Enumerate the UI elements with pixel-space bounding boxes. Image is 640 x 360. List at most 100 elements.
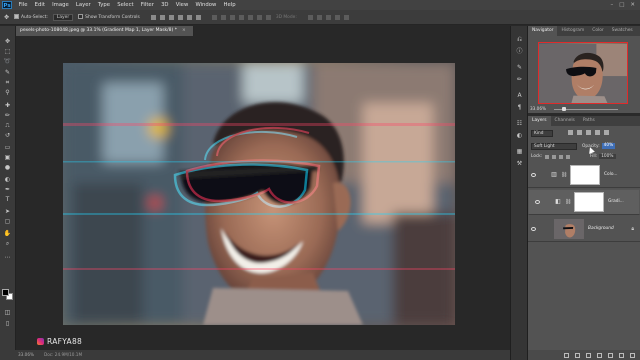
tab-navigator[interactable]: Navigator: [528, 26, 558, 36]
maximize-button[interactable]: □: [619, 2, 624, 8]
menu-window[interactable]: Window: [195, 2, 216, 8]
trash-icon[interactable]: [630, 352, 635, 358]
eyedropper-icon[interactable]: ⚲: [3, 89, 12, 97]
fill-input[interactable]: 100%: [599, 154, 616, 159]
layer-filter-icons[interactable]: [568, 130, 609, 135]
layer-row-color[interactable]: ▥ ⛓ Colo...: [528, 162, 640, 188]
menu-file[interactable]: File: [19, 2, 28, 8]
more-tools-icon[interactable]: ⋯: [3, 254, 12, 262]
link-icon[interactable]: ⛓: [561, 172, 567, 178]
menu-type[interactable]: Type: [98, 2, 110, 8]
layer-name[interactable]: Gradi...: [608, 199, 624, 205]
menu-edit[interactable]: Edit: [35, 2, 45, 8]
quick-select-icon[interactable]: ✎: [3, 69, 12, 77]
brush-panel-icon[interactable]: ✎: [515, 64, 524, 71]
menu-filter[interactable]: Filter: [141, 2, 154, 8]
brush-icon[interactable]: ✏: [3, 112, 12, 120]
tab-histogram[interactable]: Histogram: [557, 26, 588, 36]
show-transform-checkbox[interactable]: Show Transform Controls: [78, 14, 140, 20]
properties-panel-icon[interactable]: ☷: [515, 120, 524, 127]
layer-name[interactable]: Colo...: [604, 172, 617, 177]
menu-3d[interactable]: 3D: [161, 2, 168, 8]
visibility-eye-icon[interactable]: [535, 200, 540, 204]
zoom-icon[interactable]: ⌕: [3, 240, 12, 248]
layer-row-gradient[interactable]: ◧ ⛓ Gradi...: [528, 189, 640, 215]
navigator-preview[interactable]: [538, 42, 628, 104]
shape-icon[interactable]: ▢: [3, 218, 12, 226]
blur-icon[interactable]: ●: [3, 164, 12, 172]
pen-icon[interactable]: ✒: [3, 186, 12, 194]
document-title: pexels-photo-108048.jpeg @ 33.1% (Gradie…: [20, 28, 177, 33]
distribute-buttons[interactable]: [211, 14, 271, 20]
auto-select-target-dropdown[interactable]: Layer: [52, 13, 74, 21]
document-tab[interactable]: pexels-photo-108048.jpeg @ 33.1% (Gradie…: [16, 26, 194, 36]
canvas-area[interactable]: [17, 36, 504, 350]
crop-icon[interactable]: ⌗: [3, 79, 12, 87]
lock-pixels-icon[interactable]: [552, 154, 557, 159]
opacity-input[interactable]: 40%: [601, 143, 616, 149]
foreground-color-swatch[interactable]: [2, 289, 9, 296]
layer-mask-thumbnail[interactable]: [570, 164, 600, 185]
new-adjustment-icon[interactable]: [597, 352, 602, 358]
align-buttons[interactable]: [150, 14, 201, 20]
close-button[interactable]: ✕: [630, 2, 635, 8]
history-brush-icon[interactable]: ↺: [3, 132, 12, 140]
tab-channels[interactable]: Channels: [551, 116, 579, 126]
hand-icon[interactable]: ✋: [3, 230, 12, 238]
blend-mode-dropdown[interactable]: Soft Light: [531, 143, 577, 150]
move-tool-preset-icon[interactable]: ✥: [4, 14, 9, 21]
info-panel-icon[interactable]: ⓘ: [515, 48, 524, 55]
type-icon[interactable]: T: [3, 196, 12, 204]
move-icon[interactable]: ✥: [3, 38, 12, 46]
link-icon[interactable]: ⛓: [565, 199, 571, 205]
character-panel-icon[interactable]: A: [515, 92, 524, 99]
minimize-button[interactable]: –: [610, 2, 613, 8]
visibility-eye-icon[interactable]: [531, 226, 536, 231]
tab-paths[interactable]: Paths: [579, 116, 599, 126]
menu-select[interactable]: Select: [117, 2, 133, 8]
eraser-icon[interactable]: ▭: [3, 144, 12, 152]
layer-mask-thumbnail[interactable]: [574, 192, 604, 212]
tool-presets-icon[interactable]: ⚒: [515, 160, 524, 167]
navigator-zoom-knob[interactable]: [562, 107, 566, 111]
menu-layer[interactable]: Layer: [76, 2, 91, 8]
brush-presets-icon[interactable]: ✏: [515, 76, 524, 83]
menu-image[interactable]: Image: [52, 2, 69, 8]
tab-layers[interactable]: Layers: [528, 116, 551, 126]
layer-filter-kind[interactable]: Kind: [531, 130, 553, 137]
link-layers-icon[interactable]: [564, 352, 569, 358]
fx-icon[interactable]: [575, 352, 580, 358]
3d-mode-buttons[interactable]: [307, 14, 349, 20]
tab-color[interactable]: Color: [588, 26, 607, 36]
lock-position-icon[interactable]: [559, 154, 564, 159]
lock-transparent-icon[interactable]: [545, 154, 550, 159]
healing-icon[interactable]: ✚: [3, 102, 12, 110]
layer-name[interactable]: Background: [588, 226, 614, 231]
adjustments-panel-icon[interactable]: ◐: [515, 132, 524, 139]
navigator-zoom-value[interactable]: 33.06%: [530, 106, 546, 111]
lock-all-icon[interactable]: [566, 154, 571, 159]
menu-help[interactable]: Help: [224, 2, 236, 8]
menu-view[interactable]: View: [176, 2, 189, 8]
stamp-icon[interactable]: ⎍: [3, 122, 12, 130]
tab-swatches[interactable]: Swatches: [608, 26, 637, 36]
new-group-icon[interactable]: [608, 352, 613, 358]
layer-image-thumbnail[interactable]: [554, 218, 584, 239]
add-mask-icon[interactable]: [586, 352, 591, 358]
screen-mode-icon[interactable]: ▯: [3, 320, 12, 328]
history-panel-icon[interactable]: ⎌: [515, 36, 524, 43]
dodge-icon[interactable]: ◐: [3, 176, 12, 184]
new-layer-icon[interactable]: [619, 352, 624, 358]
quick-mask-icon[interactable]: ◫: [3, 309, 12, 317]
path-select-icon[interactable]: ➤: [3, 208, 12, 216]
auto-select-checkbox[interactable]: Auto-Select:: [14, 14, 48, 20]
lasso-icon[interactable]: ➰: [3, 58, 12, 66]
visibility-eye-icon[interactable]: [531, 172, 536, 177]
zoom-level[interactable]: 33.06%: [18, 350, 34, 360]
paragraph-panel-icon[interactable]: ¶: [515, 104, 524, 111]
close-document-icon[interactable]: ×: [182, 28, 186, 33]
marquee-icon[interactable]: ⬚: [3, 48, 12, 56]
gradient-icon[interactable]: ▣: [3, 154, 12, 162]
layer-row-background[interactable]: Background 🔒︎: [528, 216, 640, 242]
libraries-panel-icon[interactable]: ▦: [515, 148, 524, 155]
